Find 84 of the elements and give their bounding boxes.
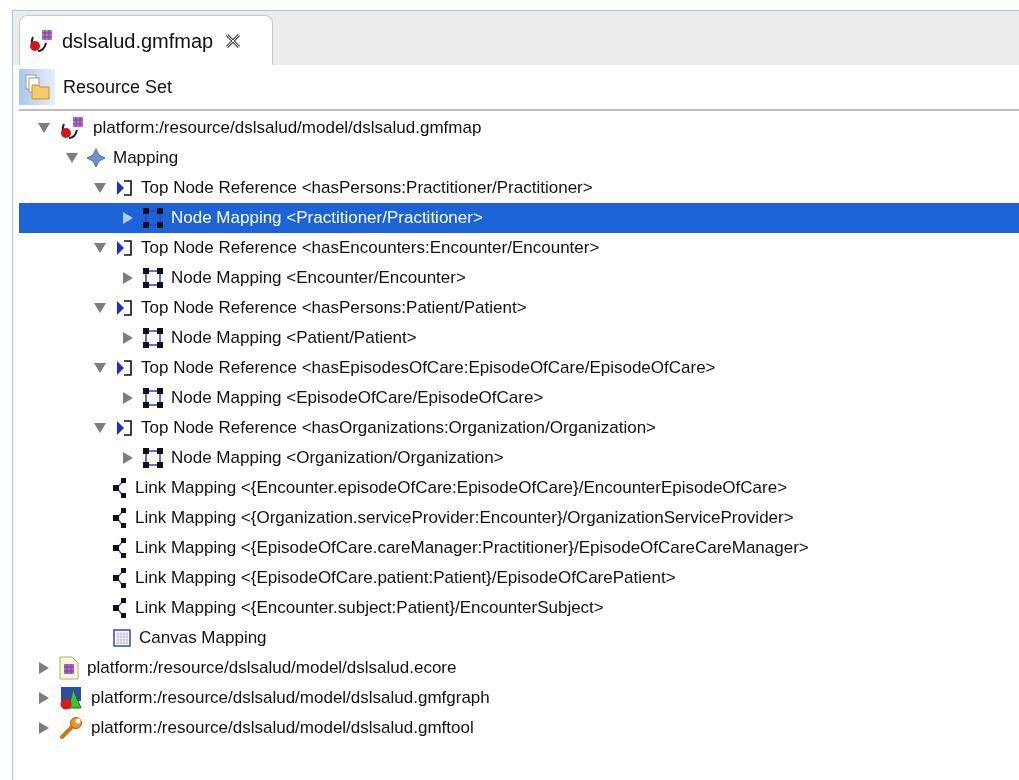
- tree-item-label: Link Mapping <{EpisodeOfCare.careManager:Practitioner}/EpisodeOfCareCareManager>: [135, 537, 809, 560]
- expand-triangle-icon[interactable]: [37, 661, 51, 675]
- tree-row[interactable]: Node Mapping <Patient/Patient>: [19, 323, 1019, 353]
- tree-row[interactable]: Top Node Reference <hasPersons:Patient/Patient>: [19, 293, 1019, 323]
- link-connector-icon: [113, 568, 127, 588]
- expand-triangle-icon[interactable]: [121, 331, 135, 345]
- collapse-triangle-icon[interactable]: [93, 241, 107, 255]
- expand-triangle-icon[interactable]: [121, 451, 135, 465]
- tree-row[interactable]: Link Mapping <{EpisodeOfCare.patient:Patient}/EpisodeOfCarePatient>: [19, 563, 1019, 593]
- tree-item-label: platform:/resource/dslsalud/model/dslsalud.gmfgraph: [91, 687, 490, 710]
- bracket-arrow-icon: [115, 359, 133, 377]
- tree-item-label: platform:/resource/dslsalud/model/dslsalud.gmftool: [91, 717, 474, 740]
- tree-row[interactable]: Node Mapping <Encounter/Encounter>: [19, 263, 1019, 293]
- tree-item-label: platform:/resource/dslsalud/model/dslsalud.gmfmap: [93, 117, 482, 140]
- grid-canvas-icon: [113, 629, 131, 647]
- link-connector-icon: [113, 508, 127, 528]
- tree-row[interactable]: Top Node Reference <hasEpisodesOfCare:EpisodeOfCare/EpisodeOfCare>: [19, 353, 1019, 383]
- tree-row[interactable]: Link Mapping <{Encounter.episodeOfCare:EpisodeOfCare}/EncounterEpisodeOfCare>: [19, 473, 1019, 503]
- tree-row[interactable]: platform:/resource/dslsalud/model/dslsalud.ecore: [19, 653, 1019, 683]
- tree-row[interactable]: Top Node Reference <hasEncounters:Encounter/Encounter>: [19, 233, 1019, 263]
- tree-item-label: Link Mapping <{EpisodeOfCare.patient:Patient}/EpisodeOfCarePatient>: [135, 567, 676, 590]
- bracket-arrow-icon: [115, 419, 133, 437]
- bracket-arrow-icon: [115, 239, 133, 257]
- tree-item-label: Link Mapping <{Encounter.episodeOfCare:EpisodeOfCare}/EncounterEpisodeOfCare>: [135, 477, 788, 500]
- diamond-star-icon: [87, 149, 105, 167]
- tree-item-label: Node Mapping <EpisodeOfCare/EpisodeOfCare>: [171, 387, 544, 410]
- node-square-icon: [143, 208, 163, 228]
- node-square-icon: [143, 268, 163, 288]
- wrench-icon: [59, 716, 83, 740]
- expand-triangle-icon[interactable]: [121, 391, 135, 405]
- tree-item-label: Top Node Reference <hasPersons:Practitioner/Practitioner>: [141, 177, 593, 200]
- tree-row[interactable]: Link Mapping <{Organization.serviceProvider:Encounter}/OrganizationServiceProvider>: [19, 503, 1019, 533]
- tree-item-label: Canvas Mapping: [139, 627, 267, 650]
- resource-set-icon: [19, 69, 55, 105]
- tree-row[interactable]: Node Mapping <EpisodeOfCare/EpisodeOfCare>: [19, 383, 1019, 413]
- collapse-triangle-icon[interactable]: [93, 301, 107, 315]
- tree-item-label: Link Mapping <{Encounter.subject:Patient}/EncounterSubject>: [135, 597, 604, 620]
- collapse-triangle-icon[interactable]: [93, 181, 107, 195]
- tree-row[interactable]: platform:/resource/dslsalud/model/dslsalud.gmfgraph: [19, 683, 1019, 713]
- collapse-triangle-icon[interactable]: [93, 421, 107, 435]
- close-icon[interactable]: [225, 32, 242, 49]
- tree-row[interactable]: Link Mapping <{Encounter.subject:Patient}/EncounterSubject>: [19, 593, 1019, 623]
- editor-tab[interactable]: dslsalud.gmfmap: [19, 15, 273, 65]
- gears-icon: [59, 116, 85, 140]
- document-grid-icon: [59, 656, 79, 680]
- bracket-arrow-icon: [115, 179, 133, 197]
- shapes-icon: [59, 686, 83, 710]
- tree-item-label: Mapping: [113, 147, 179, 170]
- bracket-arrow-icon: [115, 299, 133, 317]
- tree-row[interactable]: Top Node Reference <hasOrganizations:Organization/Organization>: [19, 413, 1019, 443]
- tree-row[interactable]: Canvas Mapping: [19, 623, 1019, 653]
- tree-item-label: Top Node Reference <hasEncounters:Encounter/Encounter>: [141, 237, 600, 260]
- selected-tree-row[interactable]: Node Mapping <Practitioner/Practitioner>: [19, 203, 1019, 233]
- tree-item-label: Top Node Reference <hasOrganizations:Organization/Organization>: [141, 417, 657, 440]
- collapse-triangle-icon[interactable]: [37, 121, 51, 135]
- tree-item-label: Node Mapping <Practitioner/Practitioner>: [171, 207, 483, 230]
- tree-item-label: platform:/resource/dslsalud/model/dslsalud.ecore: [87, 657, 457, 680]
- tree-row[interactable]: Node Mapping <Organization/Organization>: [19, 443, 1019, 473]
- gears-icon: [28, 28, 54, 53]
- tree-item-label: Node Mapping <Organization/Organization>: [171, 447, 504, 470]
- node-square-icon: [143, 448, 163, 468]
- expand-triangle-icon[interactable]: [37, 691, 51, 705]
- expand-triangle-icon[interactable]: [37, 721, 51, 735]
- collapse-triangle-icon[interactable]: [93, 361, 107, 375]
- tree-item-label: Node Mapping <Encounter/Encounter>: [171, 267, 466, 290]
- link-connector-icon: [113, 598, 127, 618]
- link-connector-icon: [113, 538, 127, 558]
- link-connector-icon: [113, 478, 127, 498]
- resource-set-label: Resource Set: [63, 75, 173, 99]
- tab-title: dslsalud.gmfmap: [62, 28, 214, 54]
- tree-row[interactable]: Mapping: [19, 143, 1019, 173]
- expand-triangle-icon[interactable]: [121, 271, 135, 285]
- collapse-triangle-icon[interactable]: [65, 151, 79, 165]
- tree-row[interactable]: platform:/resource/dslsalud/model/dslsalud.gmfmap: [19, 113, 1019, 143]
- expand-triangle-icon[interactable]: [121, 211, 135, 225]
- tree-item-label: Link Mapping <{Organization.serviceProvider:Encounter}/OrganizationServiceProvider>: [135, 507, 794, 530]
- tree-item-label: Top Node Reference <hasPersons:Patient/Patient>: [141, 297, 527, 320]
- tree-row[interactable]: Top Node Reference <hasPersons:Practitioner/Practitioner>: [19, 173, 1019, 203]
- tree-item-label: Node Mapping <Patient/Patient>: [171, 327, 417, 350]
- tree-item-label: Top Node Reference <hasEpisodesOfCare:EpisodeOfCare/EpisodeOfCare>: [141, 357, 716, 380]
- node-square-icon: [143, 328, 163, 348]
- tree-row[interactable]: Link Mapping <{EpisodeOfCare.careManager:Practitioner}/EpisodeOfCareCareManager>: [19, 533, 1019, 563]
- tree-row[interactable]: platform:/resource/dslsalud/model/dslsalud.gmftool: [19, 713, 1019, 743]
- node-square-icon: [143, 388, 163, 408]
